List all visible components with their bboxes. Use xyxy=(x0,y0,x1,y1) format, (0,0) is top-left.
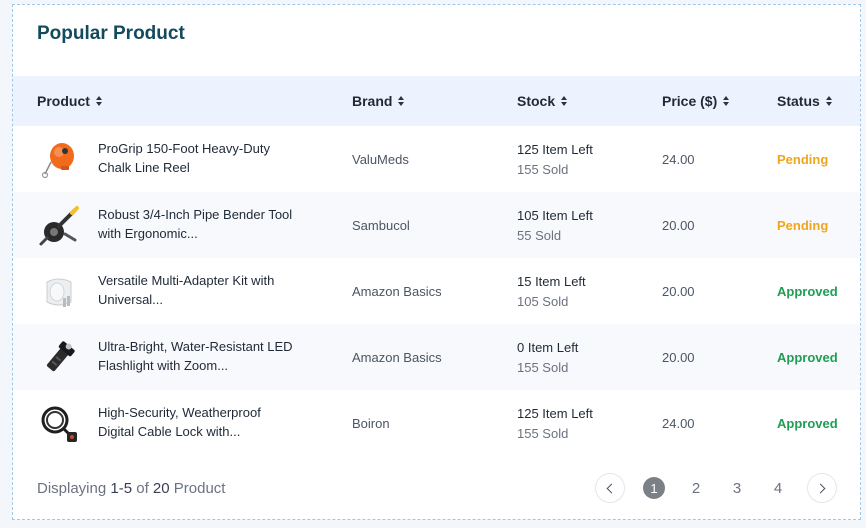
sold-count: 155 Sold xyxy=(517,426,569,441)
popular-product-card: Popular Product Product Brand Stock Pric… xyxy=(12,4,861,520)
next-page-button[interactable] xyxy=(807,473,837,503)
page-3-button[interactable]: 3 xyxy=(725,472,749,504)
product-name-line: with Ergonomic... xyxy=(98,226,198,241)
product-name-line: ProGrip 150-Foot Heavy-Duty xyxy=(98,141,270,156)
card-title: Popular Product xyxy=(37,23,185,44)
column-header-stock[interactable]: Stock xyxy=(517,76,569,126)
column-header-price[interactable]: Price ($) xyxy=(662,76,731,126)
sort-icon xyxy=(723,95,731,107)
price-cell: 20.00 xyxy=(662,283,695,299)
status-badge: Approved xyxy=(777,349,838,365)
product-name[interactable]: High-Security, Weatherproof Digital Cabl… xyxy=(98,403,308,441)
column-header-label: Brand xyxy=(352,93,393,109)
product-name-line: Versatile Multi-Adapter Kit with xyxy=(98,273,275,288)
product-name-line: High-Security, Weatherproof xyxy=(98,405,261,420)
chevron-right-icon xyxy=(815,483,826,493)
displaying-total: 20 xyxy=(152,480,170,497)
table-row[interactable]: High-Security, Weatherproof Digital Cabl… xyxy=(13,390,860,456)
product-name-line: Flashlight with Zoom... xyxy=(98,358,229,373)
product-name-line: Chalk Line Reel xyxy=(98,160,190,175)
sold-count: 155 Sold xyxy=(517,162,569,177)
column-header-label: Price ($) xyxy=(662,93,718,109)
flashlight-icon xyxy=(46,341,75,372)
cable-lock-icon xyxy=(41,406,77,442)
adapter-plug-icon xyxy=(46,278,72,307)
sold-count: 55 Sold xyxy=(517,228,562,243)
status-badge: Approved xyxy=(777,283,838,299)
price-cell: 24.00 xyxy=(662,151,695,167)
product-image xyxy=(37,336,81,380)
brand-cell: Boiron xyxy=(352,415,390,431)
status-badge: Approved xyxy=(777,415,838,431)
chalk-line-reel-icon xyxy=(41,143,74,179)
product-name-line: Universal... xyxy=(98,292,164,307)
page-4-button[interactable]: 4 xyxy=(766,472,790,504)
displaying-prefix: Displaying xyxy=(37,480,107,497)
column-header-product[interactable]: Product xyxy=(37,76,104,126)
column-header-brand[interactable]: Brand xyxy=(352,76,406,126)
product-name[interactable]: Robust 3/4-Inch Pipe Bender Tool with Er… xyxy=(98,205,308,243)
brand-cell: ValuMeds xyxy=(352,151,409,167)
page-1-button[interactable]: 1 xyxy=(643,477,665,499)
table-row[interactable]: Ultra-Bright, Water-Resistant LED Flashl… xyxy=(13,324,860,390)
stock-left: 15 Item Left xyxy=(517,274,586,289)
product-name-line: Ultra-Bright, Water-Resistant LED xyxy=(98,339,293,354)
table-header: Product Brand Stock Price ($) Status xyxy=(13,76,860,126)
stock-cell: 125 Item Left 155 Sold xyxy=(517,404,593,444)
status-badge: Pending xyxy=(777,151,829,167)
stock-left: 0 Item Left xyxy=(517,340,579,355)
price-cell: 20.00 xyxy=(662,349,695,365)
displaying-summary: Displaying 1-5 of 20 Product xyxy=(37,480,225,497)
product-name-line: Robust 3/4-Inch Pipe Bender Tool xyxy=(98,207,293,222)
product-image xyxy=(37,138,81,182)
price-cell: 20.00 xyxy=(662,217,695,233)
price-cell: 24.00 xyxy=(662,415,695,431)
product-name[interactable]: Ultra-Bright, Water-Resistant LED Flashl… xyxy=(98,337,308,375)
column-header-label: Product xyxy=(37,93,90,109)
sort-icon xyxy=(398,95,406,107)
pipe-bender-icon xyxy=(39,206,79,246)
stock-left: 125 Item Left xyxy=(517,406,593,421)
brand-cell: Sambucol xyxy=(352,217,410,233)
stock-cell: 105 Item Left 55 Sold xyxy=(517,206,593,246)
product-image xyxy=(37,270,81,314)
stock-cell: 15 Item Left 105 Sold xyxy=(517,272,586,312)
table-row[interactable]: ProGrip 150-Foot Heavy-Duty Chalk Line R… xyxy=(13,126,860,192)
sort-icon xyxy=(561,95,569,107)
table-row[interactable]: Robust 3/4-Inch Pipe Bender Tool with Er… xyxy=(13,192,860,258)
stock-cell: 0 Item Left 155 Sold xyxy=(517,338,578,378)
brand-cell: Amazon Basics xyxy=(352,283,442,299)
chevron-left-icon xyxy=(606,483,617,493)
product-image xyxy=(37,204,81,248)
displaying-suffix: Product xyxy=(173,480,226,497)
column-header-status[interactable]: Status xyxy=(777,76,834,126)
displaying-range: 1-5 xyxy=(110,480,133,497)
prev-page-button[interactable] xyxy=(595,473,625,503)
sold-count: 155 Sold xyxy=(517,360,569,375)
stock-cell: 125 Item Left 155 Sold xyxy=(517,140,593,180)
sold-count: 105 Sold xyxy=(517,294,569,309)
product-name[interactable]: Versatile Multi-Adapter Kit with Univers… xyxy=(98,271,308,309)
product-name[interactable]: ProGrip 150-Foot Heavy-Duty Chalk Line R… xyxy=(98,139,308,177)
sort-icon xyxy=(95,95,104,107)
status-badge: Pending xyxy=(777,217,829,233)
stock-left: 105 Item Left xyxy=(517,208,593,223)
table-row[interactable]: Versatile Multi-Adapter Kit with Univers… xyxy=(13,258,860,324)
product-name-line: Digital Cable Lock with... xyxy=(98,424,241,439)
column-header-label: Status xyxy=(777,93,820,109)
displaying-of: of xyxy=(136,480,149,497)
product-image xyxy=(37,402,81,446)
column-header-label: Stock xyxy=(517,93,556,109)
page-2-button[interactable]: 2 xyxy=(684,472,708,504)
brand-cell: Amazon Basics xyxy=(352,349,442,365)
stock-left: 125 Item Left xyxy=(517,142,593,157)
sort-icon xyxy=(825,95,834,107)
